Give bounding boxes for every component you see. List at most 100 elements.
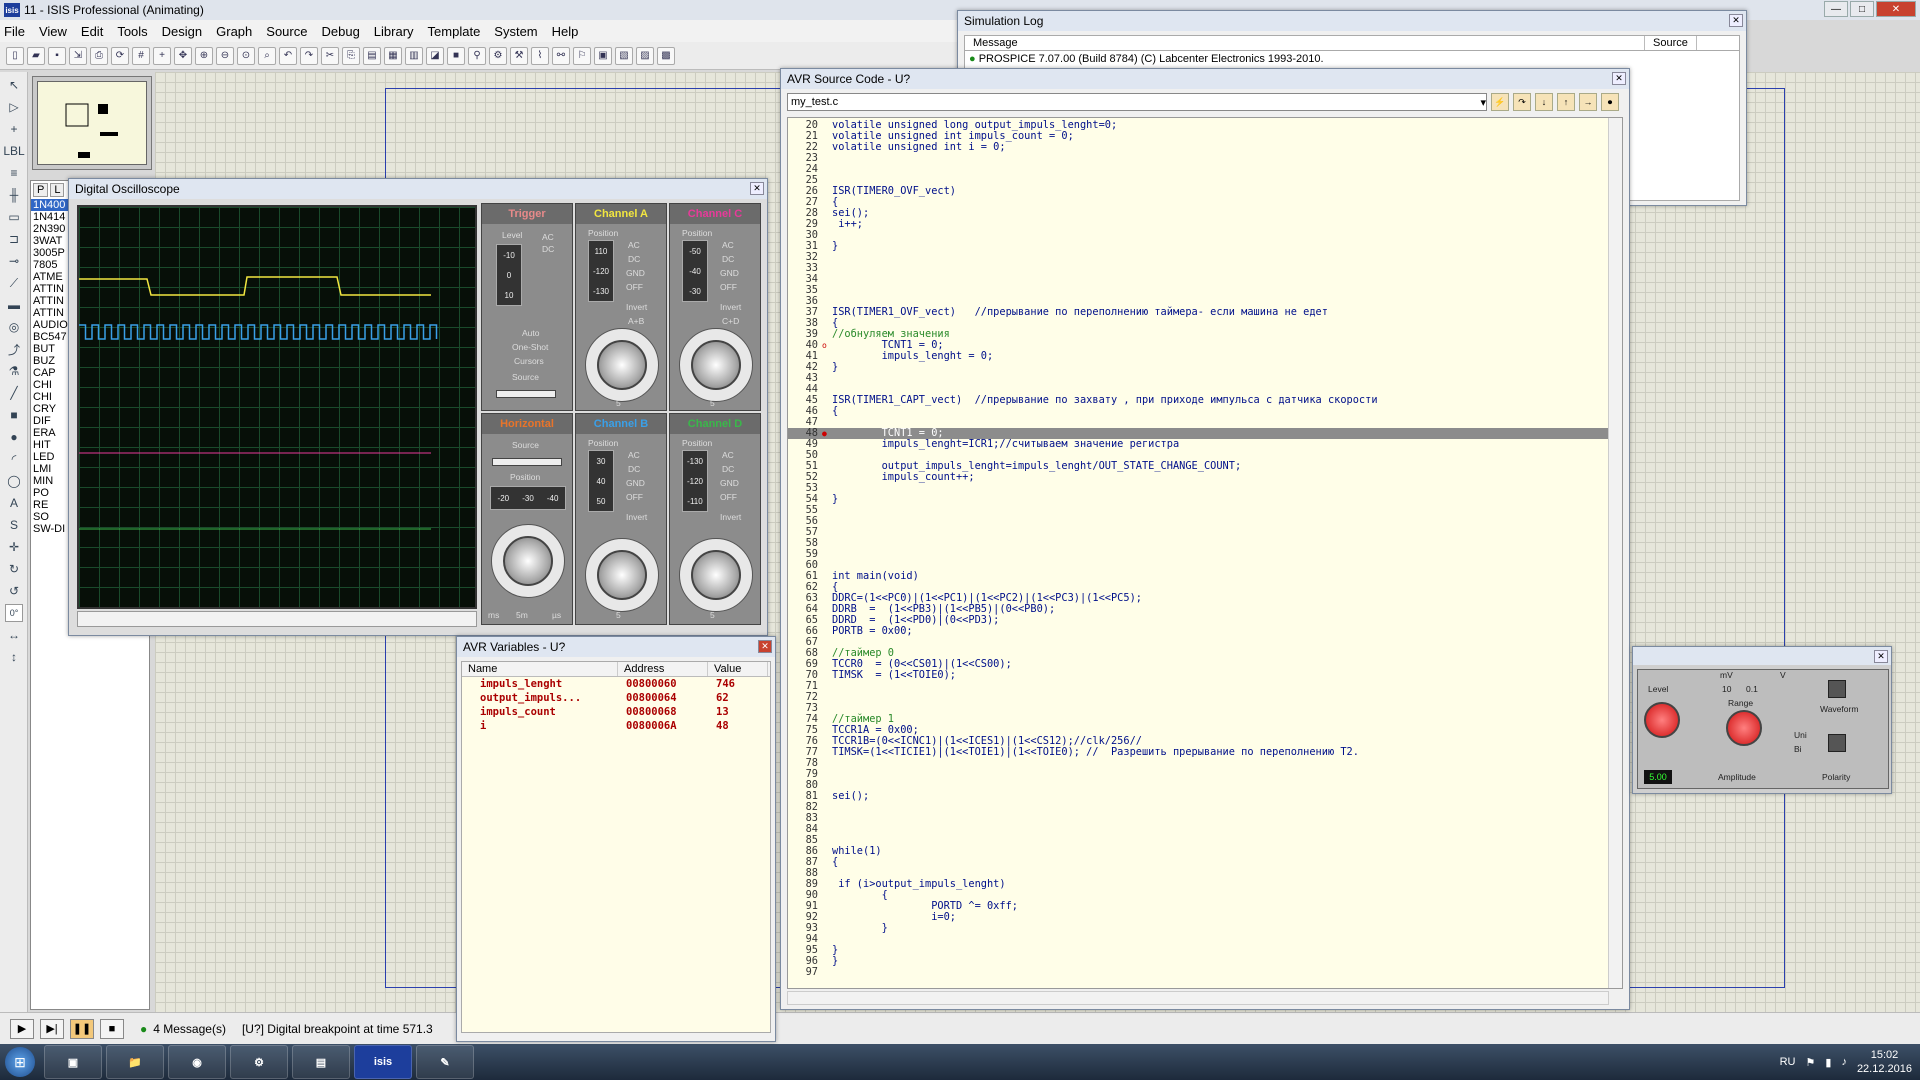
code-line[interactable]: 55 bbox=[788, 505, 1622, 516]
gutter[interactable] bbox=[822, 879, 832, 890]
print-icon[interactable]: ⎙ bbox=[90, 46, 108, 65]
code-line[interactable]: 73 bbox=[788, 703, 1622, 714]
gutter[interactable] bbox=[822, 373, 832, 384]
code-line[interactable]: 57 bbox=[788, 527, 1622, 538]
gutter[interactable] bbox=[822, 802, 832, 813]
code-line[interactable]: 32 bbox=[788, 252, 1622, 263]
gutter[interactable] bbox=[822, 406, 832, 417]
code-line[interactable]: 26 ISR(TIMER0_OVF_vect) bbox=[788, 186, 1622, 197]
code-line[interactable]: 80 bbox=[788, 780, 1622, 791]
save-icon[interactable]: ▪ bbox=[48, 46, 66, 65]
timebase-knob[interactable] bbox=[503, 536, 553, 586]
gutter[interactable] bbox=[822, 725, 832, 736]
gutter[interactable] bbox=[822, 604, 832, 615]
flag-icon[interactable]: ⚑ bbox=[1806, 1056, 1816, 1069]
gutter[interactable] bbox=[822, 472, 832, 483]
gutter[interactable] bbox=[822, 857, 832, 868]
gutter[interactable] bbox=[822, 384, 832, 395]
bus-icon[interactable]: ╫ bbox=[5, 186, 23, 204]
chB-scale-knob[interactable] bbox=[597, 550, 647, 600]
trigger-level-wheel[interactable]: -10 0 10 bbox=[496, 244, 522, 306]
gutter[interactable] bbox=[822, 494, 832, 505]
menu-tools[interactable]: Tools bbox=[117, 24, 147, 39]
junction-icon[interactable]: + bbox=[5, 120, 23, 138]
undo-icon[interactable]: ↶ bbox=[279, 46, 297, 65]
erc-icon[interactable]: ▨ bbox=[636, 46, 654, 65]
code-line[interactable]: 29 i++; bbox=[788, 219, 1622, 230]
overview-window[interactable] bbox=[32, 76, 152, 170]
gutter[interactable] bbox=[822, 582, 832, 593]
zoom-out-icon[interactable]: ⊖ bbox=[216, 46, 234, 65]
grid-icon[interactable]: # bbox=[132, 46, 150, 65]
gutter[interactable] bbox=[822, 241, 832, 252]
text-icon[interactable]: A bbox=[5, 494, 23, 512]
gen-range-knob[interactable] bbox=[1726, 710, 1762, 746]
code-line[interactable]: 35 bbox=[788, 285, 1622, 296]
gutter[interactable] bbox=[822, 714, 832, 725]
language-indicator[interactable]: RU bbox=[1780, 1056, 1796, 1068]
code-view[interactable]: 20 volatile unsigned long output_impuls_l… bbox=[787, 117, 1623, 989]
origin-icon[interactable]: + bbox=[153, 46, 171, 65]
terminal-icon[interactable]: ⊐ bbox=[5, 230, 23, 248]
close-icon[interactable]: ✕ bbox=[1729, 14, 1743, 27]
gutter[interactable] bbox=[822, 439, 832, 450]
circle-icon[interactable]: ● bbox=[5, 428, 23, 446]
code-line[interactable]: 84 bbox=[788, 824, 1622, 835]
code-horizontal-scrollbar[interactable] bbox=[787, 991, 1609, 1005]
gutter[interactable] bbox=[822, 593, 832, 604]
instrument-icon[interactable]: ⚗ bbox=[5, 362, 23, 380]
toggle-breakpoint-icon[interactable]: ⏺ bbox=[1601, 93, 1619, 111]
menu-source[interactable]: Source bbox=[266, 24, 307, 39]
gutter[interactable] bbox=[822, 813, 832, 824]
code-line[interactable]: 53 bbox=[788, 483, 1622, 494]
code-line[interactable]: 97 bbox=[788, 967, 1622, 978]
code-line[interactable]: 27{ bbox=[788, 197, 1622, 208]
gutter[interactable] bbox=[822, 318, 832, 329]
wire-autorouter-icon[interactable]: ⌇ bbox=[531, 46, 549, 65]
network-icon[interactable]: ▮ bbox=[1825, 1056, 1831, 1069]
gutter[interactable] bbox=[822, 780, 832, 791]
gutter[interactable] bbox=[822, 263, 832, 274]
taskbar-notepad-icon[interactable]: ▤ bbox=[292, 1045, 350, 1079]
stop-button[interactable]: ■ bbox=[100, 1018, 124, 1039]
close-icon[interactable]: ✕ bbox=[1612, 72, 1626, 85]
open-folder-icon[interactable]: ▰ bbox=[27, 46, 45, 65]
scope-horizontal-scrollbar[interactable] bbox=[77, 611, 477, 627]
menu-library[interactable]: Library bbox=[374, 24, 414, 39]
breakpoint-icon[interactable]: ● bbox=[822, 428, 832, 439]
code-line[interactable]: 94 bbox=[788, 934, 1622, 945]
gutter[interactable] bbox=[822, 615, 832, 626]
code-line[interactable]: 79 bbox=[788, 769, 1622, 780]
gutter[interactable] bbox=[822, 153, 832, 164]
menu-design[interactable]: Design bbox=[162, 24, 202, 39]
gutter[interactable] bbox=[822, 538, 832, 549]
gutter[interactable] bbox=[822, 164, 832, 175]
wire-label-icon[interactable]: LBL bbox=[3, 142, 24, 160]
zoom-all-icon[interactable]: ⊙ bbox=[237, 46, 255, 65]
gutter[interactable] bbox=[822, 835, 832, 846]
angle-field[interactable]: 0° bbox=[5, 604, 23, 622]
gutter[interactable] bbox=[822, 890, 832, 901]
gutter[interactable] bbox=[822, 549, 832, 560]
run-to-cursor-icon[interactable]: → bbox=[1579, 93, 1597, 111]
gutter[interactable] bbox=[822, 230, 832, 241]
clock[interactable]: 15:02 22.12.2016 bbox=[1857, 1048, 1912, 1076]
probe-icon[interactable]: ⤴ bbox=[5, 340, 23, 358]
code-line[interactable]: 37 ISR(TIMER1_OVF_vect) //прерывание по п… bbox=[788, 307, 1622, 318]
source-file-select[interactable]: my_test.c ▾ bbox=[787, 93, 1487, 111]
breakpoint-icon[interactable]: o bbox=[822, 340, 832, 351]
gutter[interactable] bbox=[822, 736, 832, 747]
step-button[interactable]: ▶| bbox=[40, 1018, 64, 1039]
taskbar-chrome-icon[interactable]: ◉ bbox=[168, 1045, 226, 1079]
menu-view[interactable]: View bbox=[39, 24, 67, 39]
code-line[interactable]: 85 bbox=[788, 835, 1622, 846]
code-line[interactable]: 70 TIMSK = (1<<TOIE0); bbox=[788, 670, 1622, 681]
code-line[interactable]: 31} bbox=[788, 241, 1622, 252]
gutter[interactable] bbox=[822, 274, 832, 285]
gutter[interactable] bbox=[822, 175, 832, 186]
name-column[interactable]: Name bbox=[462, 662, 618, 676]
code-line[interactable]: 89 if (i>output_impuls_lenght) bbox=[788, 879, 1622, 890]
code-line[interactable]: 83 bbox=[788, 813, 1622, 824]
menu-template[interactable]: Template bbox=[428, 24, 481, 39]
code-line[interactable]: 43 bbox=[788, 373, 1622, 384]
